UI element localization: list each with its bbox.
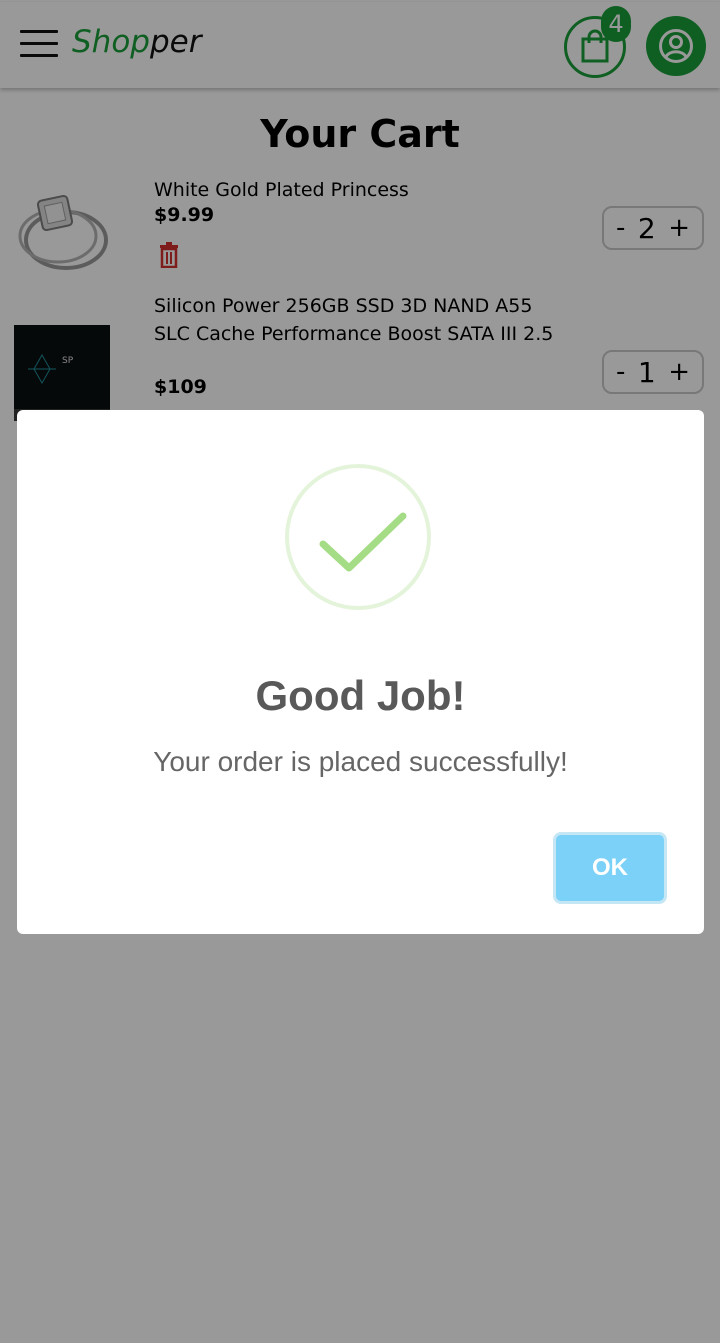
success-dialog: Good Job! Your order is placed successfu…	[17, 410, 704, 934]
ok-button[interactable]: OK	[553, 832, 667, 904]
success-check-icon	[319, 512, 407, 572]
dialog-title: Good Job!	[255, 672, 466, 719]
dialog-message: Your order is placed successfully!	[153, 746, 568, 777]
